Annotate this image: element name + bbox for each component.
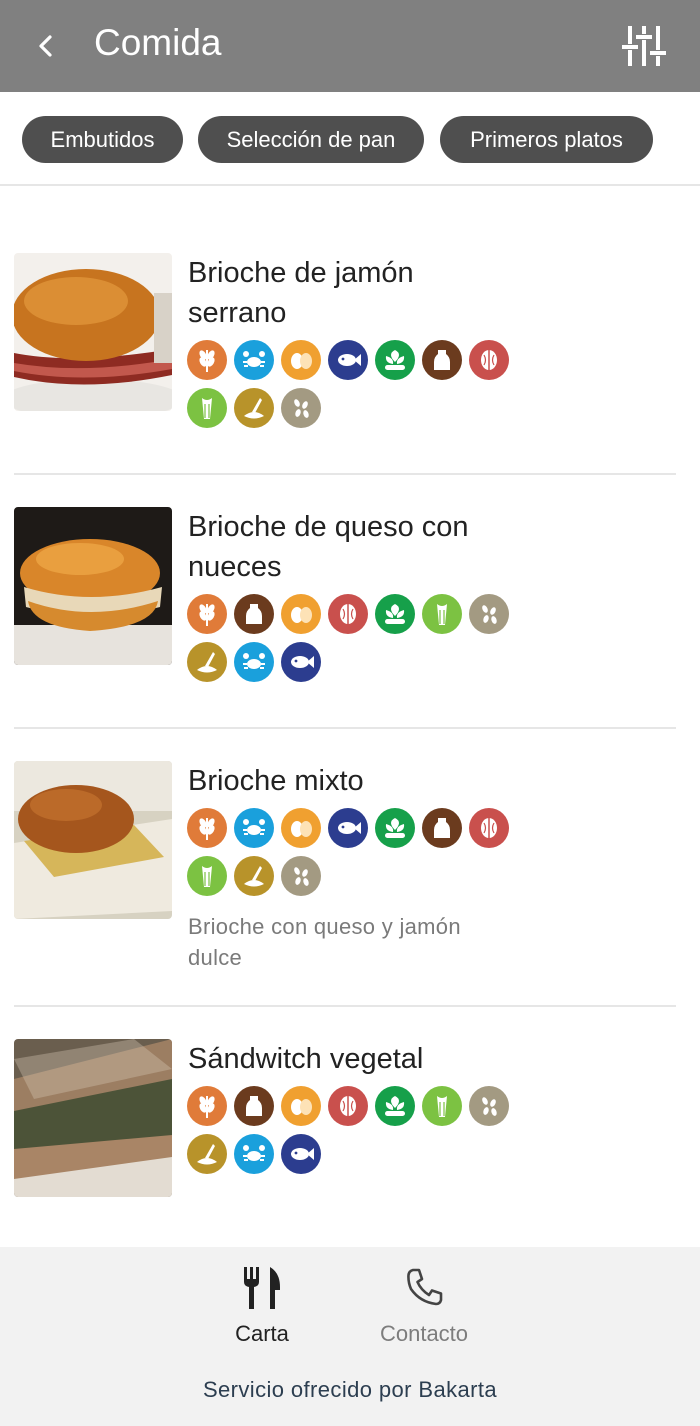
- category-chip-seleccion-de-pan[interactable]: Selección de pan: [198, 116, 424, 163]
- soy-icon: [375, 594, 415, 634]
- menu-item[interactable]: Brioche mixto Brioche con queso y jamón …: [0, 761, 700, 1007]
- celery-icon: [187, 856, 227, 896]
- milk-icon: [422, 340, 462, 380]
- item-name: Sándwitch vegetal: [188, 1043, 424, 1075]
- app-bar: Comida: [0, 0, 700, 92]
- fish-icon: [328, 808, 368, 848]
- nut-icon: [469, 340, 509, 380]
- allergen-list: [187, 594, 527, 690]
- egg-icon: [281, 1086, 321, 1126]
- nut-icon: [469, 808, 509, 848]
- celery-icon: [422, 594, 462, 634]
- milk-icon: [422, 808, 462, 848]
- nut-icon: [328, 1086, 368, 1126]
- sesame-icon: [281, 856, 321, 896]
- item-photo: [14, 507, 172, 665]
- nav-carta[interactable]: Carta: [192, 1267, 332, 1349]
- category-bar: Embutidos Selección de pan Primeros plat…: [0, 92, 700, 186]
- fish-icon: [281, 1134, 321, 1174]
- fork-knife-icon: [244, 1267, 280, 1309]
- mustard-icon: [187, 642, 227, 682]
- nut-icon: [328, 594, 368, 634]
- item-photo: [14, 761, 172, 919]
- fish-icon: [328, 340, 368, 380]
- allergen-list: [187, 808, 527, 904]
- milk-icon: [234, 594, 274, 634]
- sesame-icon: [469, 594, 509, 634]
- gluten-icon: [187, 340, 227, 380]
- crustacean-icon: [234, 642, 274, 682]
- item-photo: [14, 253, 172, 411]
- crustacean-icon: [234, 1134, 274, 1174]
- filter-button[interactable]: [622, 24, 666, 68]
- milk-icon: [234, 1086, 274, 1126]
- item-name: Brioche mixto: [188, 765, 364, 797]
- bottom-navigation: Carta Contacto Servicio ofrecido por Bak…: [0, 1247, 700, 1426]
- page-title: Comida: [94, 22, 222, 63]
- menu-item[interactable]: Sándwitch vegetal: [0, 1039, 700, 1239]
- egg-icon: [281, 340, 321, 380]
- egg-icon: [281, 808, 321, 848]
- gluten-icon: [187, 594, 227, 634]
- mustard-icon: [234, 388, 274, 428]
- soy-icon: [375, 1086, 415, 1126]
- divider: [14, 1005, 676, 1007]
- chevron-left-icon: [39, 35, 52, 57]
- item-description: Brioche con queso y jamón dulce: [188, 914, 461, 970]
- category-chip-primeros-platos[interactable]: Primeros platos: [440, 116, 653, 163]
- phone-icon: [407, 1268, 443, 1306]
- soy-icon: [375, 808, 415, 848]
- egg-icon: [281, 594, 321, 634]
- back-button[interactable]: [26, 26, 66, 66]
- celery-icon: [422, 1086, 462, 1126]
- credit-text: Servicio ofrecido por Bakarta: [202, 1377, 498, 1402]
- allergen-list: [187, 1086, 527, 1182]
- category-chip-embutidos[interactable]: Embutidos: [22, 116, 183, 163]
- divider: [14, 473, 676, 475]
- celery-icon: [187, 388, 227, 428]
- crustacean-icon: [234, 340, 274, 380]
- item-name: Brioche de jamón serrano: [188, 257, 414, 329]
- divider: [14, 727, 676, 729]
- sesame-icon: [469, 1086, 509, 1126]
- item-name: Brioche de queso con nueces: [188, 511, 469, 583]
- gluten-icon: [187, 808, 227, 848]
- sliders-icon: [622, 26, 666, 66]
- allergen-list: [187, 340, 527, 436]
- mustard-icon: [187, 1134, 227, 1174]
- sesame-icon: [281, 388, 321, 428]
- nav-contacto-label: Contacto: [379, 1321, 469, 1346]
- menu-item[interactable]: Brioche de queso con nueces: [0, 507, 700, 729]
- item-photo: [14, 1039, 172, 1197]
- fish-icon: [281, 642, 321, 682]
- menu-item[interactable]: Brioche de jamón serrano: [0, 253, 700, 475]
- mustard-icon: [234, 856, 274, 896]
- nav-contacto[interactable]: Contacto: [354, 1267, 494, 1349]
- crustacean-icon: [234, 808, 274, 848]
- nav-carta-label: Carta: [235, 1321, 289, 1346]
- gluten-icon: [187, 1086, 227, 1126]
- soy-icon: [375, 340, 415, 380]
